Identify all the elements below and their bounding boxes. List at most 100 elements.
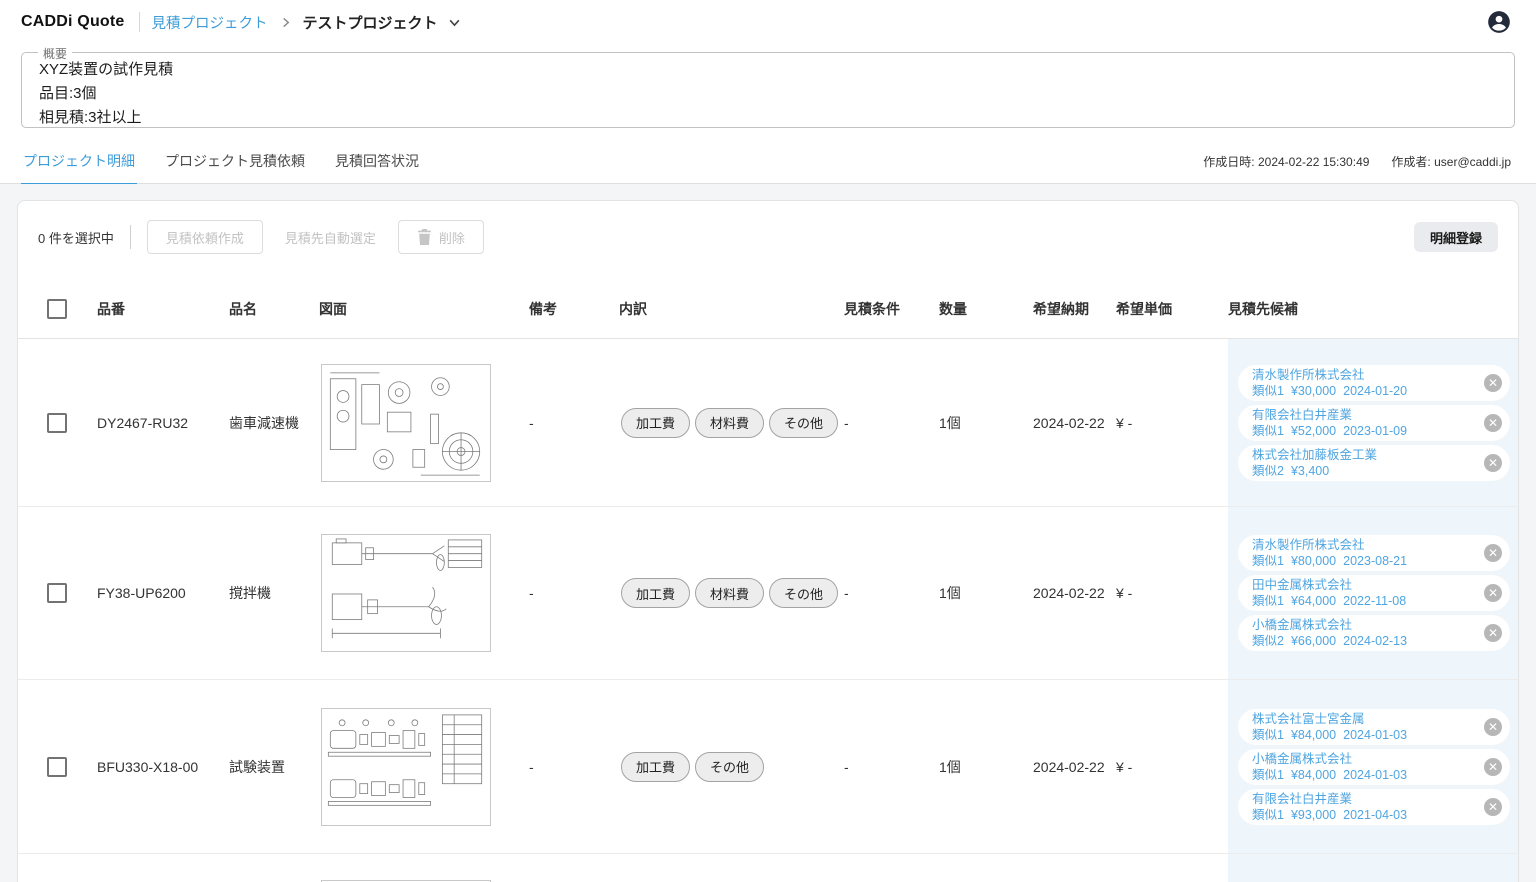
supplier-candidates-cell: 株式会社富士宮金属 類似1 ¥84,000 2024-01-03 ✕ 小橋金属株式会… [1228, 680, 1518, 853]
close-circle-icon[interactable]: ✕ [1484, 454, 1502, 472]
supplier-candidates-cell [1228, 854, 1518, 882]
brand-logo: CADDi Quote [21, 13, 125, 31]
supplier-detail: 類似1¥93,0002021-04-03 [1252, 807, 1484, 823]
breakdown-chips: 加工費 その他 [619, 752, 844, 782]
date-text: 2024-01-03 [1343, 728, 1407, 742]
col-desired-unit-price: 希望単価 [1116, 299, 1228, 319]
breakdown-chip: 加工費 [621, 408, 690, 438]
close-circle-icon[interactable]: ✕ [1484, 414, 1502, 432]
col-quantity: 数量 [939, 299, 1033, 319]
close-circle-icon[interactable]: ✕ [1484, 624, 1502, 642]
quote-conditions: - [844, 415, 939, 431]
supplier-candidate-card: 清水製作所株式会社 類似1 ¥30,000 2024-01-20 ✕ [1238, 365, 1510, 401]
date-text: 2024-01-20 [1343, 384, 1407, 398]
close-circle-icon[interactable]: ✕ [1484, 374, 1502, 392]
supplier-candidates-cell: 清水製作所株式会社 類似1¥80,0002023-08-21 ✕ 田中金属株式会… [1228, 507, 1518, 679]
drawing-thumbnail[interactable] [321, 364, 491, 482]
close-circle-icon[interactable]: ✕ [1484, 758, 1502, 776]
col-remarks: 備考 [529, 299, 619, 319]
selection-count: 0 件を選択中 [38, 228, 114, 247]
overview-line: 品目:3個 [39, 82, 1514, 106]
overview-line: XYZ装置の試作見積 [39, 58, 1514, 82]
header-divider [139, 12, 140, 32]
quote-conditions: - [844, 585, 939, 601]
desired-unit-price: ¥ - [1116, 585, 1228, 601]
project-overview-box: 概要 XYZ装置の試作見積 品目:3個 相見積:3社以上 [21, 52, 1515, 128]
close-circle-icon[interactable]: ✕ [1484, 544, 1502, 562]
quote-conditions: - [844, 759, 939, 775]
supplier-name-link[interactable]: 有限会社白井産業 [1252, 407, 1484, 423]
delete-button[interactable]: 削除 [398, 220, 484, 254]
col-supplier-candidates: 見積先候補 [1228, 299, 1518, 319]
supplier-candidate-card: 小橋金属株式会社 類似2¥66,0002024-02-13 ✕ [1238, 615, 1510, 651]
date-text: 2023-01-09 [1343, 424, 1407, 438]
close-circle-icon[interactable]: ✕ [1484, 718, 1502, 736]
price-text: ¥3,400 [1291, 464, 1329, 478]
quantity: 1個 [939, 757, 1033, 777]
close-circle-icon[interactable]: ✕ [1484, 584, 1502, 602]
supplier-name-link[interactable]: 有限会社白井産業 [1252, 791, 1484, 807]
supplier-name-link[interactable]: 清水製作所株式会社 [1252, 367, 1484, 383]
tab-list: プロジェクト明細 プロジェクト見積依頼 見積回答状況 [21, 143, 421, 186]
quantity: 1個 [939, 413, 1033, 433]
col-part-name: 品名 [229, 299, 319, 319]
register-detail-button[interactable]: 明細登録 [1414, 222, 1498, 252]
breadcrumb-projects-link[interactable]: 見積プロジェクト [152, 12, 268, 33]
chevron-down-icon[interactable] [448, 16, 461, 29]
supplier-detail: 類似1¥64,0002022-11-08 [1252, 593, 1484, 609]
price-text: ¥64,000 [1291, 594, 1336, 608]
supplier-candidate-card: 株式会社富士宮金属 類似1¥84,0002024-01-03 ✕ [1238, 709, 1510, 745]
breakdown-chip: 材料費 [695, 408, 764, 438]
desired-delivery: 2024-02-22 [1033, 759, 1116, 775]
quantity: 1個 [939, 583, 1033, 603]
row-checkbox[interactable] [47, 583, 67, 603]
auto-select-suppliers-button[interactable]: 見積先自動選定 [285, 228, 376, 247]
tab-project-details[interactable]: プロジェクト明細 [21, 143, 137, 186]
chevron-right-icon [280, 17, 291, 28]
supplier-name-link[interactable]: 小橋金属株式会社 [1252, 751, 1484, 767]
similarity-badge: 類似2 [1252, 634, 1284, 648]
breakdown-chip: その他 [695, 752, 764, 782]
desired-delivery: 2024-02-22 [1033, 415, 1116, 431]
creator: 作成者: user@caddi.jp [1391, 153, 1511, 170]
tab-quote-responses[interactable]: 見積回答状況 [333, 143, 421, 186]
similarity-badge: 類似1 [1252, 384, 1284, 398]
select-all-checkbox[interactable] [47, 299, 67, 319]
table-row: BFU330-X18-00 試験装置 [18, 680, 1518, 854]
tab-project-quote-requests[interactable]: プロジェクト見積依頼 [163, 143, 307, 186]
close-circle-icon[interactable]: ✕ [1484, 798, 1502, 816]
date-text: 2024-02-13 [1343, 634, 1407, 648]
drawing-thumbnail[interactable] [321, 708, 491, 826]
breakdown-chip: 加工費 [621, 578, 690, 608]
supplier-name-link[interactable]: 清水製作所株式会社 [1252, 537, 1484, 553]
part-number: DY2467-RU32 [97, 415, 229, 431]
supplier-name-link[interactable]: 田中金属株式会社 [1252, 577, 1484, 593]
drawing-thumbnail[interactable] [321, 534, 491, 652]
account-circle-icon[interactable] [1486, 9, 1512, 35]
create-quote-request-button[interactable]: 見積依頼作成 [147, 220, 263, 254]
breakdown-chips: 加工費 材料費 その他 [619, 408, 844, 438]
breakdown-chip: その他 [769, 578, 838, 608]
col-desired-delivery: 希望納期 [1033, 299, 1116, 319]
similarity-badge: 類似1 [1252, 768, 1284, 782]
row-checkbox[interactable] [47, 413, 67, 433]
breakdown-chip: 加工費 [621, 752, 690, 782]
price-text: ¥93,000 [1291, 808, 1336, 822]
row-checkbox[interactable] [47, 757, 67, 777]
trash-icon [417, 229, 432, 245]
table-header: 品番 品名 図面 備考 内訳 見積条件 数量 希望納期 希望単価 見積先候補 [18, 279, 1518, 339]
table-row-partial [18, 854, 1518, 882]
col-breakdown: 内訳 [619, 299, 844, 319]
similarity-badge: 類似1 [1252, 424, 1284, 438]
price-text: ¥84,000 [1291, 728, 1336, 742]
supplier-detail: 類似1¥84,0002024-01-03 [1252, 727, 1484, 743]
supplier-name-link[interactable]: 小橋金属株式会社 [1252, 617, 1484, 633]
supplier-name-link[interactable]: 株式会社加藤板金工業 [1252, 447, 1484, 463]
similarity-badge: 類似1 [1252, 808, 1284, 822]
supplier-detail: 類似1 ¥30,000 2024-01-20 [1252, 383, 1484, 399]
part-name: 試験装置 [229, 757, 319, 777]
details-card: 0 件を選択中 見積依頼作成 見積先自動選定 削除 明細登録 品番 品名 図面 … [17, 200, 1519, 882]
supplier-name-link[interactable]: 株式会社富士宮金属 [1252, 711, 1484, 727]
price-text: ¥30,000 [1291, 384, 1336, 398]
date-text: 2023-08-21 [1343, 554, 1407, 568]
